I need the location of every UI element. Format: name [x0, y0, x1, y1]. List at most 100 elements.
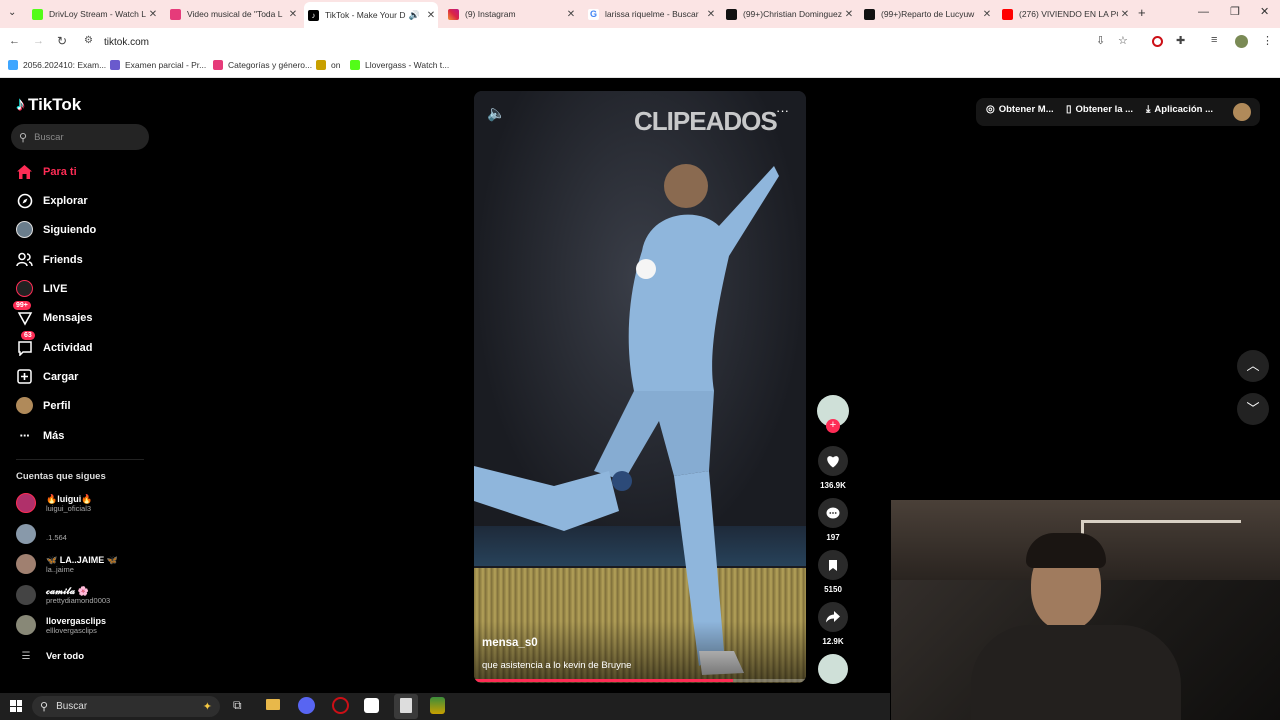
- browser-tab-strip: ⌄ DrivLoy Stream - Watch L ✕ Video music…: [0, 0, 1280, 28]
- close-tab-icon[interactable]: ✕: [424, 10, 438, 21]
- close-window-icon[interactable]: ✕: [1260, 5, 1269, 18]
- browser-tab[interactable]: G larissa riquelme - Buscar ✕: [584, 4, 718, 24]
- tiktok-logo[interactable]: ♪ TikTok: [16, 94, 81, 115]
- author-avatar-button[interactable]: +: [817, 395, 849, 433]
- account-name: 🦋 LA..JAIME 🦋: [46, 554, 118, 565]
- get-coins-button[interactable]: ◎ Obtener M...: [986, 104, 1054, 115]
- nav-label: Para ti: [43, 165, 77, 178]
- sound-disc-button[interactable]: [817, 654, 849, 684]
- video-player[interactable]: CLIPEADOS 🔈 ··· mensa_s0 que asistencia …: [474, 91, 806, 683]
- nav-mas[interactable]: ··· Más: [16, 427, 65, 444]
- search-icon: ⚲: [40, 701, 49, 713]
- comment-button[interactable]: 197: [817, 498, 849, 542]
- like-button[interactable]: 136.9K: [817, 446, 849, 490]
- windows-start-icon[interactable]: [10, 700, 22, 712]
- league-of-legends-icon[interactable]: [430, 697, 445, 714]
- close-tab-icon[interactable]: ✕: [842, 9, 856, 20]
- bookmark-item[interactable]: 2056.202410: Exam...: [8, 60, 106, 70]
- volume-icon[interactable]: 🔈: [487, 104, 506, 122]
- following-account[interactable]: llovergasclips elllovergasclips: [16, 615, 106, 635]
- account-handle: la..jaime: [46, 564, 74, 574]
- save-button[interactable]: 5150: [817, 550, 849, 594]
- taskbar-active-app[interactable]: [394, 694, 418, 719]
- nav-friends[interactable]: Friends: [16, 251, 83, 268]
- account-name: llovergasclips: [46, 615, 107, 626]
- forward-icon[interactable]: →: [33, 35, 44, 47]
- close-tab-icon[interactable]: ✕: [564, 9, 578, 20]
- next-video-button[interactable]: ﹀: [1237, 393, 1269, 425]
- nav-perfil[interactable]: Perfil: [16, 397, 71, 414]
- search-box[interactable]: ⚲ Buscar: [11, 124, 149, 150]
- browser-tab[interactable]: Video musical de "Toda L ✕: [166, 4, 300, 24]
- opera-extension-icon[interactable]: [1152, 36, 1163, 47]
- close-tab-icon[interactable]: ✕: [286, 9, 300, 20]
- minimize-icon[interactable]: —: [1198, 6, 1209, 18]
- new-tab-button[interactable]: +: [1138, 5, 1146, 20]
- more-options-icon[interactable]: ···: [776, 103, 789, 118]
- bookmark-item[interactable]: Examen parcial - Pr...: [110, 60, 206, 70]
- install-app-icon[interactable]: ⇩: [1096, 34, 1105, 47]
- browser-tab[interactable]: (99+)Christian Dominguez ✕: [722, 4, 856, 24]
- following-account[interactable]: 🦋 LA..JAIME 🦋 la..jaime: [16, 554, 118, 574]
- taskbar-search-input[interactable]: Buscar: [56, 701, 87, 712]
- profile-avatar[interactable]: [1235, 35, 1248, 48]
- taskbar-search-box[interactable]: ⚲ Buscar ✦: [32, 696, 220, 717]
- nav-mensajes[interactable]: 99+ Mensajes: [13, 301, 93, 326]
- account-name: 𝓬𝓪𝓶𝓲𝓵𝓪 🌸: [46, 585, 89, 596]
- following-account[interactable]: 🔥luigui🔥 luigui_oficial3: [16, 493, 92, 513]
- webcam-overlay: [891, 500, 1280, 720]
- reading-list-icon[interactable]: ≡: [1211, 34, 1217, 46]
- close-tab-icon[interactable]: ✕: [146, 9, 160, 20]
- browser-tab[interactable]: (99+)Reparto de Lucyuw ✕: [860, 4, 994, 24]
- tab-audio-icon[interactable]: 🔊: [409, 10, 420, 21]
- bookmark-star-icon[interactable]: ☆: [1118, 34, 1128, 47]
- browser-tab-active[interactable]: ♪ TikTok - Make Your D 🔊 ✕: [304, 2, 438, 28]
- tab-search-icon[interactable]: ⌄: [8, 7, 16, 18]
- desktop-app-button[interactable]: ⤓ Aplicación ...: [1146, 104, 1213, 115]
- close-tab-icon[interactable]: ✕: [1118, 9, 1132, 20]
- get-app-button[interactable]: ▯ Obtener la ...: [1066, 104, 1133, 115]
- browser-tab[interactable]: (276) VIVIENDO EN LA PO ✕: [998, 4, 1132, 24]
- task-view-icon[interactable]: ⧉: [233, 698, 242, 713]
- share-button[interactable]: 12.9K: [817, 602, 849, 646]
- nav-explorar[interactable]: Explorar: [16, 192, 88, 209]
- upload-icon: [16, 368, 33, 385]
- close-tab-icon[interactable]: ✕: [980, 9, 994, 20]
- following-account[interactable]: 𝓬𝓪𝓶𝓲𝓵𝓪 🌸 prettydiamond0003: [16, 585, 110, 605]
- bookmark-item[interactable]: Categorías y género...: [213, 60, 312, 70]
- follow-plus-icon[interactable]: +: [826, 419, 840, 433]
- bookmark-item[interactable]: Llovergass - Watch t...: [350, 60, 449, 70]
- bookmark-favicon-icon: [316, 60, 326, 70]
- back-icon[interactable]: ←: [9, 35, 20, 47]
- reload-icon[interactable]: ↻: [57, 34, 67, 48]
- video-progress-track[interactable]: [474, 679, 806, 682]
- video-author[interactable]: mensa_s0: [482, 637, 538, 649]
- user-avatar[interactable]: [1233, 103, 1251, 121]
- nav-cargar[interactable]: Cargar: [16, 368, 78, 385]
- close-tab-icon[interactable]: ✕: [704, 9, 718, 20]
- nav-para-ti[interactable]: Para ti: [16, 163, 77, 180]
- capcut-icon[interactable]: [364, 698, 379, 713]
- browser-tab[interactable]: (9) Instagram ✕: [444, 4, 578, 24]
- nav-actividad[interactable]: 63 Actividad: [16, 331, 93, 356]
- bookmark-item[interactable]: on: [316, 60, 340, 70]
- menu-icon[interactable]: ⋮: [1262, 34, 1273, 47]
- see-all-link[interactable]: ☰ Ver todo: [16, 651, 85, 662]
- video-caption: que asistencia a lo kevin de Bruyne: [482, 660, 632, 671]
- nav-siguiendo[interactable]: Siguiendo: [16, 221, 96, 238]
- browser-tab[interactable]: DrivLoy Stream - Watch L ✕: [28, 4, 160, 24]
- notification-badge: 63: [21, 331, 35, 340]
- search-input[interactable]: Buscar: [34, 132, 64, 143]
- site-info-icon[interactable]: ⚙: [84, 35, 93, 46]
- previous-video-button[interactable]: ︿: [1237, 350, 1269, 382]
- bookmark-label: 2056.202410: Exam...: [23, 60, 107, 70]
- opera-gx-icon[interactable]: [332, 697, 349, 714]
- extensions-icon[interactable]: ✚: [1176, 34, 1185, 47]
- restore-icon[interactable]: ❐: [1230, 5, 1240, 18]
- url-field[interactable]: tiktok.com: [104, 37, 149, 48]
- file-explorer-icon[interactable]: [266, 699, 280, 710]
- following-account[interactable]: .1.564: [16, 524, 67, 544]
- discord-icon[interactable]: [298, 697, 315, 714]
- youtube-favicon-icon: [1002, 8, 1013, 20]
- nav-live[interactable]: LIVE: [16, 280, 67, 297]
